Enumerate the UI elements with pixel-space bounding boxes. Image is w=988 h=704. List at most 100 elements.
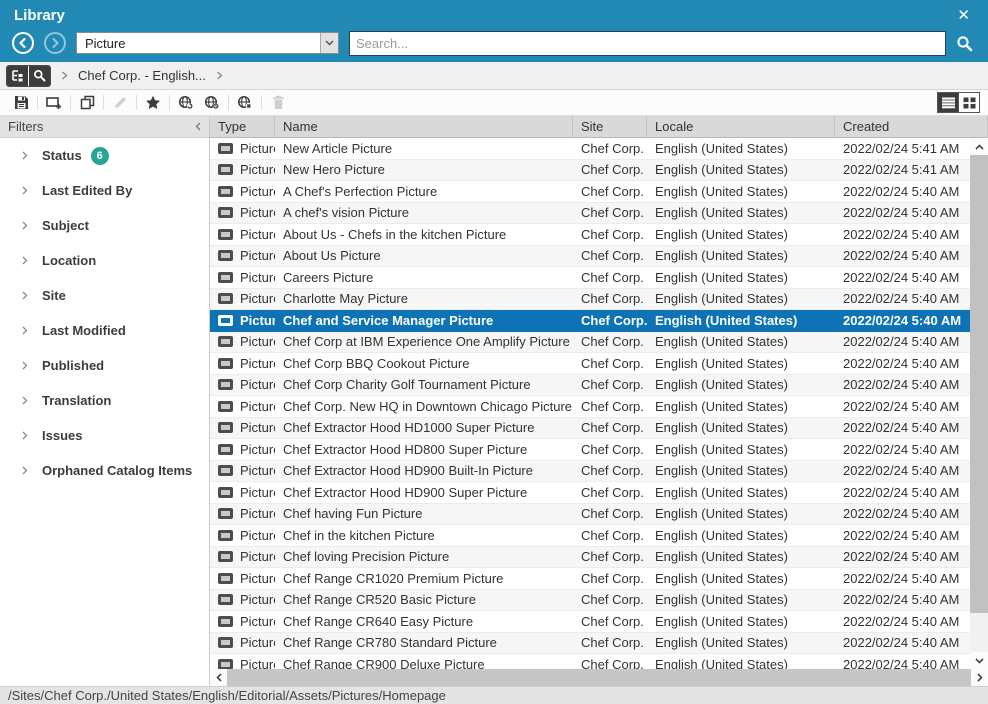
scroll-up-icon[interactable] xyxy=(970,138,988,155)
type-filter-dropdown[interactable]: Picture xyxy=(76,32,339,54)
table-row[interactable]: Picture Chef Extractor Hood HD900 Super … xyxy=(210,482,970,504)
name-cell: Chef Corp. New HQ in Downtown Chicago Pi… xyxy=(275,396,573,417)
table-row[interactable]: Picture Chef Corp Charity Golf Tournamen… xyxy=(210,375,970,397)
type-label: Picture xyxy=(240,356,275,371)
forward-button[interactable] xyxy=(44,32,66,54)
table-row[interactable]: Picture New Hero Picture Chef Corp. Engl… xyxy=(210,160,970,182)
column-header-type[interactable]: Type xyxy=(210,116,275,137)
scroll-right-icon[interactable] xyxy=(971,669,988,686)
picture-icon xyxy=(218,207,233,218)
name-cell: Chef Range CR640 Easy Picture xyxy=(275,611,573,632)
table-row[interactable]: Picture Chef having Fun Picture Chef Cor… xyxy=(210,504,970,526)
table-row[interactable]: Picture Chef and Service Manager Picture… xyxy=(210,310,970,332)
column-header-locale[interactable]: Locale xyxy=(647,116,835,137)
table-row[interactable]: Picture A chef's vision Picture Chef Cor… xyxy=(210,203,970,225)
vertical-scrollbar-thumb[interactable] xyxy=(970,155,988,613)
edit-button[interactable] xyxy=(107,92,133,114)
type-label: Picture xyxy=(240,635,275,650)
site-cell: Chef Corp. xyxy=(573,611,647,632)
chevron-right-icon xyxy=(22,326,28,335)
filter-item[interactable]: Last Modified xyxy=(0,313,209,348)
locale-cell: English (United States) xyxy=(647,633,835,654)
table-row[interactable]: Picture Chef loving Precision Picture Ch… xyxy=(210,547,970,569)
scroll-left-icon[interactable] xyxy=(210,669,227,686)
table-row[interactable]: Picture Chef Extractor Hood HD900 Built-… xyxy=(210,461,970,483)
type-cell: Picture xyxy=(210,353,275,374)
close-icon[interactable]: ✕ xyxy=(953,6,974,25)
table-row[interactable]: Picture About Us Picture Chef Corp. Engl… xyxy=(210,246,970,268)
table-row[interactable]: Picture Charlotte May Picture Chef Corp.… xyxy=(210,289,970,311)
locale-cell: English (United States) xyxy=(647,246,835,267)
language-add-button[interactable] xyxy=(173,92,199,114)
table-row[interactable]: Picture Chef Corp. New HQ in Downtown Ch… xyxy=(210,396,970,418)
table-row[interactable]: Picture Chef Range CR520 Basic Picture C… xyxy=(210,590,970,612)
type-cell: Picture xyxy=(210,611,275,632)
filter-item-label: Subject xyxy=(42,218,89,233)
table-row[interactable]: Picture Chef Range CR640 Easy Picture Ch… xyxy=(210,611,970,633)
table-row[interactable]: Picture Chef Range CR1020 Premium Pictur… xyxy=(210,568,970,590)
filter-item[interactable]: Status 6 xyxy=(0,138,209,173)
type-filter-value: Picture xyxy=(77,33,320,53)
vertical-scrollbar[interactable] xyxy=(970,138,988,669)
picture-icon xyxy=(218,508,233,519)
filter-item-label: Site xyxy=(42,288,66,303)
collapse-sidebar-button[interactable] xyxy=(195,122,201,131)
created-cell: 2022/02/24 5:40 AM xyxy=(835,590,970,611)
tree-view-button[interactable] xyxy=(7,66,28,86)
search-view-button[interactable] xyxy=(29,66,50,86)
copy-button[interactable] xyxy=(74,92,100,114)
table-row[interactable]: Picture Careers Picture Chef Corp. Engli… xyxy=(210,267,970,289)
list-view-button[interactable] xyxy=(938,93,958,112)
scroll-down-icon[interactable] xyxy=(970,652,988,669)
table-row[interactable]: Picture About Us - Chefs in the kitchen … xyxy=(210,224,970,246)
dropdown-chevron-icon[interactable] xyxy=(320,33,338,53)
table-row[interactable]: Picture Chef in the kitchen Picture Chef… xyxy=(210,525,970,547)
column-header-created[interactable]: Created xyxy=(835,116,988,137)
search-input[interactable] xyxy=(349,31,946,56)
breadcrumb-chevron-icon[interactable] xyxy=(216,71,223,80)
column-header-site[interactable]: Site xyxy=(573,116,647,137)
locale-cell: English (United States) xyxy=(647,482,835,503)
table-row[interactable]: Picture New Article Picture Chef Corp. E… xyxy=(210,138,970,160)
type-cell: Picture xyxy=(210,654,275,669)
site-cell: Chef Corp. xyxy=(573,224,647,245)
horizontal-scrollbar-thumb[interactable] xyxy=(227,669,971,686)
locale-cell: English (United States) xyxy=(647,568,835,589)
table-row[interactable]: Picture Chef Corp BBQ Cookout Picture Ch… xyxy=(210,353,970,375)
table-row[interactable]: Picture Chef Corp at IBM Experience One … xyxy=(210,332,970,354)
language-remove-button[interactable] xyxy=(232,92,258,114)
table-row[interactable]: Picture Chef Extractor Hood HD800 Super … xyxy=(210,439,970,461)
search-button[interactable] xyxy=(952,31,976,55)
table-row[interactable]: Picture A Chef's Perfection Picture Chef… xyxy=(210,181,970,203)
table-row[interactable]: Picture Chef Range CR780 Standard Pictur… xyxy=(210,633,970,655)
favorite-button[interactable] xyxy=(140,92,166,114)
table-row[interactable]: Picture Chef Extractor Hood HD1000 Super… xyxy=(210,418,970,440)
type-cell: Picture xyxy=(210,590,275,611)
language-remove-icon xyxy=(237,95,253,110)
table-row[interactable]: Picture Chef Range CR900 Deluxe Picture … xyxy=(210,654,970,669)
filter-item[interactable]: Issues xyxy=(0,418,209,453)
delete-button[interactable] xyxy=(265,92,291,114)
breadcrumb-segment[interactable]: Chef Corp. - English... xyxy=(78,68,206,83)
name-cell: Careers Picture xyxy=(275,267,573,288)
created-cell: 2022/02/24 5:40 AM xyxy=(835,203,970,224)
toolbar-separator xyxy=(169,95,170,110)
locale-cell: English (United States) xyxy=(647,332,835,353)
filter-item[interactable]: Published xyxy=(0,348,209,383)
filter-item[interactable]: Translation xyxy=(0,383,209,418)
filter-item[interactable]: Subject xyxy=(0,208,209,243)
filter-item[interactable]: Orphaned Catalog Items xyxy=(0,453,209,488)
grid-view-button[interactable] xyxy=(959,93,979,112)
vertical-scrollbar-track[interactable] xyxy=(970,613,988,652)
column-header-name[interactable]: Name xyxy=(275,116,573,137)
save-button[interactable] xyxy=(8,92,34,114)
horizontal-scrollbar[interactable] xyxy=(210,669,988,686)
filter-item[interactable]: Last Edited By xyxy=(0,173,209,208)
filter-item[interactable]: Site xyxy=(0,278,209,313)
locale-cell: English (United States) xyxy=(647,138,835,159)
filter-item[interactable]: Location xyxy=(0,243,209,278)
add-item-button[interactable] xyxy=(41,92,67,114)
back-button[interactable] xyxy=(12,32,34,54)
site-cell: Chef Corp. xyxy=(573,482,647,503)
language-versions-button[interactable] xyxy=(199,92,225,114)
